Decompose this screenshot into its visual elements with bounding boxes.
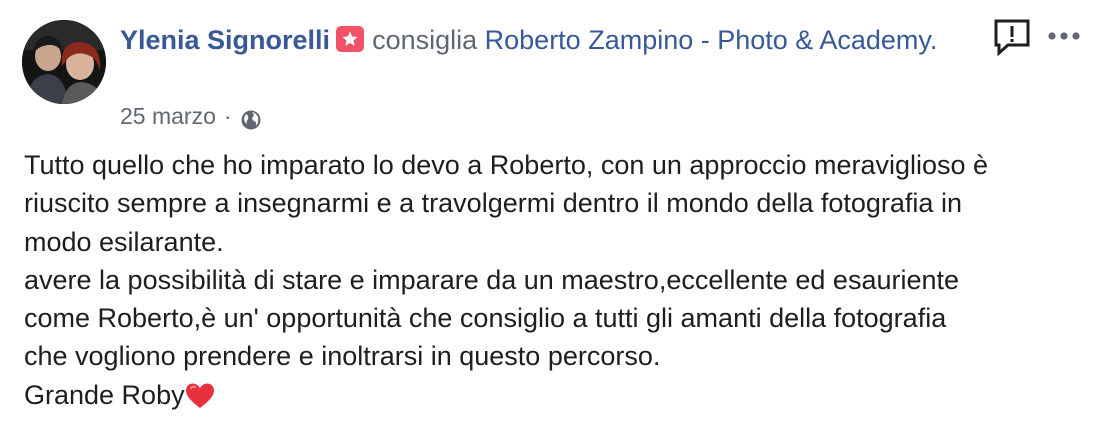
post-header: Ylenia Signorelli consiglia Roberto Zampi…	[120, 22, 940, 58]
body-line-last: Grande Roby	[24, 376, 1084, 414]
post-meta: 25 marzo ·	[120, 100, 262, 132]
body-line: avere la possibilità di stare e imparare…	[24, 264, 960, 295]
recommendation-post: Ylenia Signorelli consiglia Roberto Zampi…	[0, 0, 1106, 426]
body-line: modo esilarante.	[24, 226, 224, 257]
author-avatar[interactable]	[22, 20, 106, 104]
body-line: riuscito sempre a insegnarmi e a travolg…	[24, 188, 962, 219]
more-options-icon[interactable]	[1046, 28, 1086, 44]
meta-separator: ·	[223, 103, 232, 129]
body-line: come Roberto,è un' opportunità che consi…	[24, 303, 947, 334]
body-line: Tutto quello che ho imparato lo devo a R…	[24, 150, 989, 180]
red-heart-icon	[185, 382, 215, 410]
report-icon[interactable]	[993, 18, 1031, 57]
globe-icon[interactable]	[240, 107, 262, 130]
post-body: Tutto quello che ho imparato lo devo a R…	[24, 146, 1084, 414]
closing-text: Grande Roby	[24, 379, 185, 410]
recommend-verb: consiglia	[372, 25, 478, 55]
star-badge-icon	[336, 26, 365, 52]
body-line: che vogliono prendere e inoltrarsi in qu…	[24, 341, 661, 372]
post-date[interactable]: 25 marzo	[120, 100, 216, 132]
author-name[interactable]: Ylenia Signorelli	[120, 25, 330, 55]
page-link[interactable]: Roberto Zampino - Photo & Academy.	[485, 25, 938, 55]
